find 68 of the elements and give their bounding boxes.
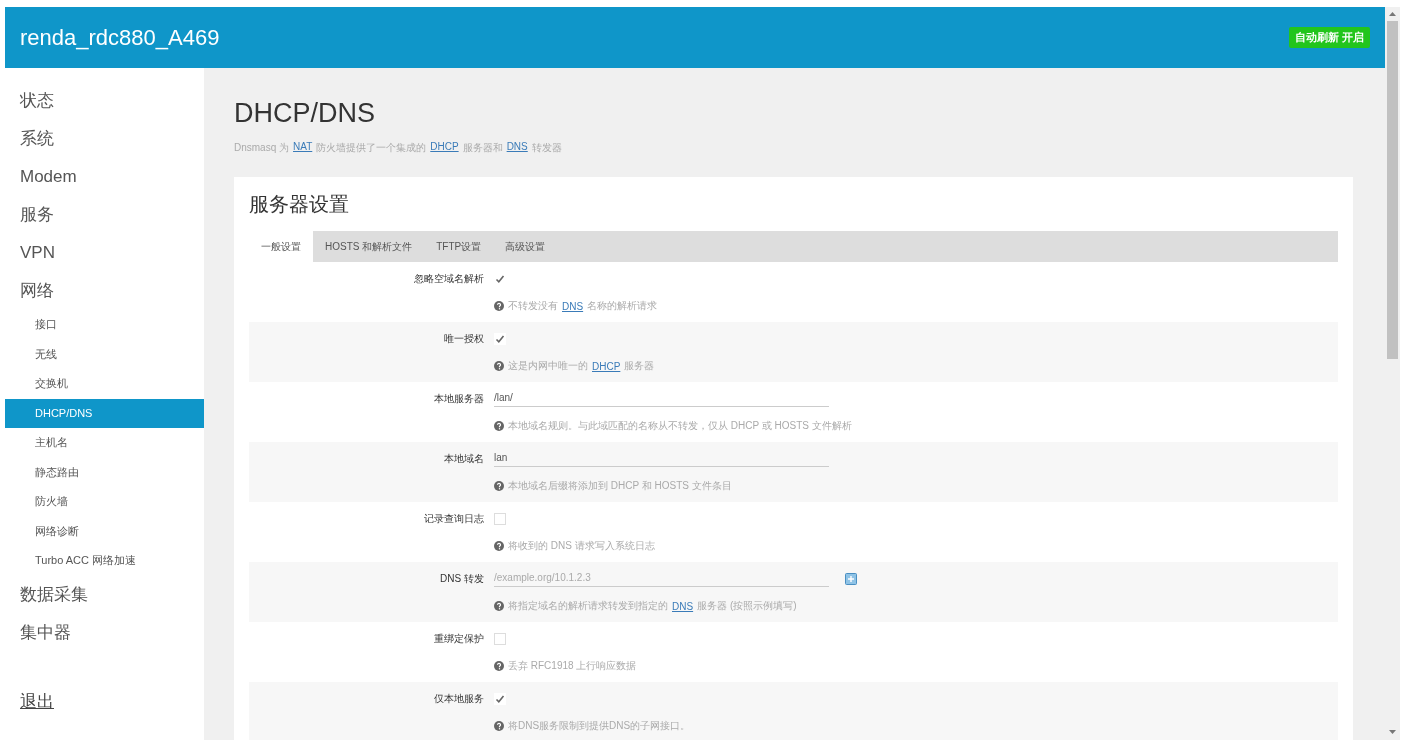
help-text: Dnsmasq 为 [234,141,289,155]
field-label: 记录查询日志 [423,512,484,526]
nav-subitem[interactable]: 主机名 [5,428,204,458]
help-icon [494,301,504,311]
help-text: 服务器 (按照示例填写) [697,599,797,613]
nav-subitem[interactable]: 网络诊断 [5,516,204,546]
input-field[interactable]: /example.org/10.1.2.3 [494,571,829,587]
nav-item[interactable]: 系统 [5,120,204,158]
scrollbar[interactable] [1385,7,1400,740]
help-icon [494,661,504,671]
tab[interactable]: HOSTS 和解析文件 [313,231,425,262]
help-text: 将指定域名的解析请求转发到指定的 [508,599,668,613]
logout-link[interactable]: 退出 [20,689,54,713]
help-icon [494,721,504,731]
help-icon [494,601,504,611]
link[interactable]: DNS [672,600,694,612]
link[interactable]: DHCP [430,141,459,155]
nav-subitem[interactable]: 接口 [5,310,204,340]
help-icon [494,361,504,371]
help-text: 服务器和 [462,141,503,155]
help-text: 本地域名后缀将添加到 DHCP 和 HOSTS 文件条目 [508,479,732,493]
tab[interactable]: TFTP设置 [424,231,494,262]
help-text: 转发器 [531,141,562,155]
nav-subitem[interactable]: 无线 [5,339,204,369]
help-text: 本地域名规则。与此域匹配的名称从不转发，仅从 DHCP 或 HOSTS 文件解析 [508,419,852,433]
nav-item[interactable]: 集中器 [5,613,204,652]
nav-item[interactable]: 服务 [5,196,204,234]
page-title: DHCP/DNS [234,98,376,129]
add-icon[interactable] [845,573,857,585]
help-icon [494,541,504,551]
field-label: 本地域名 [443,452,484,466]
nav-item[interactable]: Modem [5,158,204,196]
help-text: 服务器 [624,359,655,373]
help-text: 名称的解析请求 [587,299,658,313]
help-icon [494,481,504,491]
checkbox[interactable] [494,333,506,345]
input-field[interactable]: lan [494,451,829,467]
field-label: 仅本地服务 [433,692,484,706]
field-label: 重绑定保护 [433,632,484,646]
checkbox[interactable] [494,693,506,705]
help-text: 将DNS服务限制到提供DNS的子网接口。 [508,719,691,733]
section-title: 服务器设置 [249,192,350,217]
tab[interactable]: 一般设置 [249,231,313,262]
help-text: 不转发没有 [508,299,558,313]
nav-subitem[interactable]: Turbo ACC 网络加速 [5,546,204,576]
tab[interactable]: 高级设置 [493,231,558,262]
input-field[interactable]: /lan/ [494,391,829,407]
link[interactable]: DNS [562,300,584,312]
link[interactable]: DHCP [592,360,621,372]
nav-subitem[interactable]: 防火墙 [5,487,204,517]
nav-item[interactable]: 数据采集 [5,575,204,614]
checkbox[interactable] [494,633,506,645]
field-label: 忽略空域名解析 [413,272,484,286]
nav-item[interactable]: 网络 [5,272,204,310]
help-text: 丢弃 RFC1918 上行响应数据 [508,659,637,673]
nav-item[interactable]: 状态 [5,82,204,120]
help-icon [494,421,504,431]
help-text: 将收到的 DNS 请求写入系统日志 [508,539,655,553]
link[interactable]: NAT [293,141,313,155]
field-label: 唯一授权 [443,332,484,346]
nav-subitem[interactable]: 交换机 [5,369,204,399]
field-label: 本地服务器 [433,392,484,406]
field-label: DNS 转发 [439,572,484,586]
checkbox[interactable] [494,513,506,525]
nav-item[interactable]: VPN [5,234,204,272]
link[interactable]: DNS [506,141,528,155]
nav-subitem[interactable]: 静态路由 [5,457,204,487]
site-title: renda_rdc880_A469 [20,24,220,51]
